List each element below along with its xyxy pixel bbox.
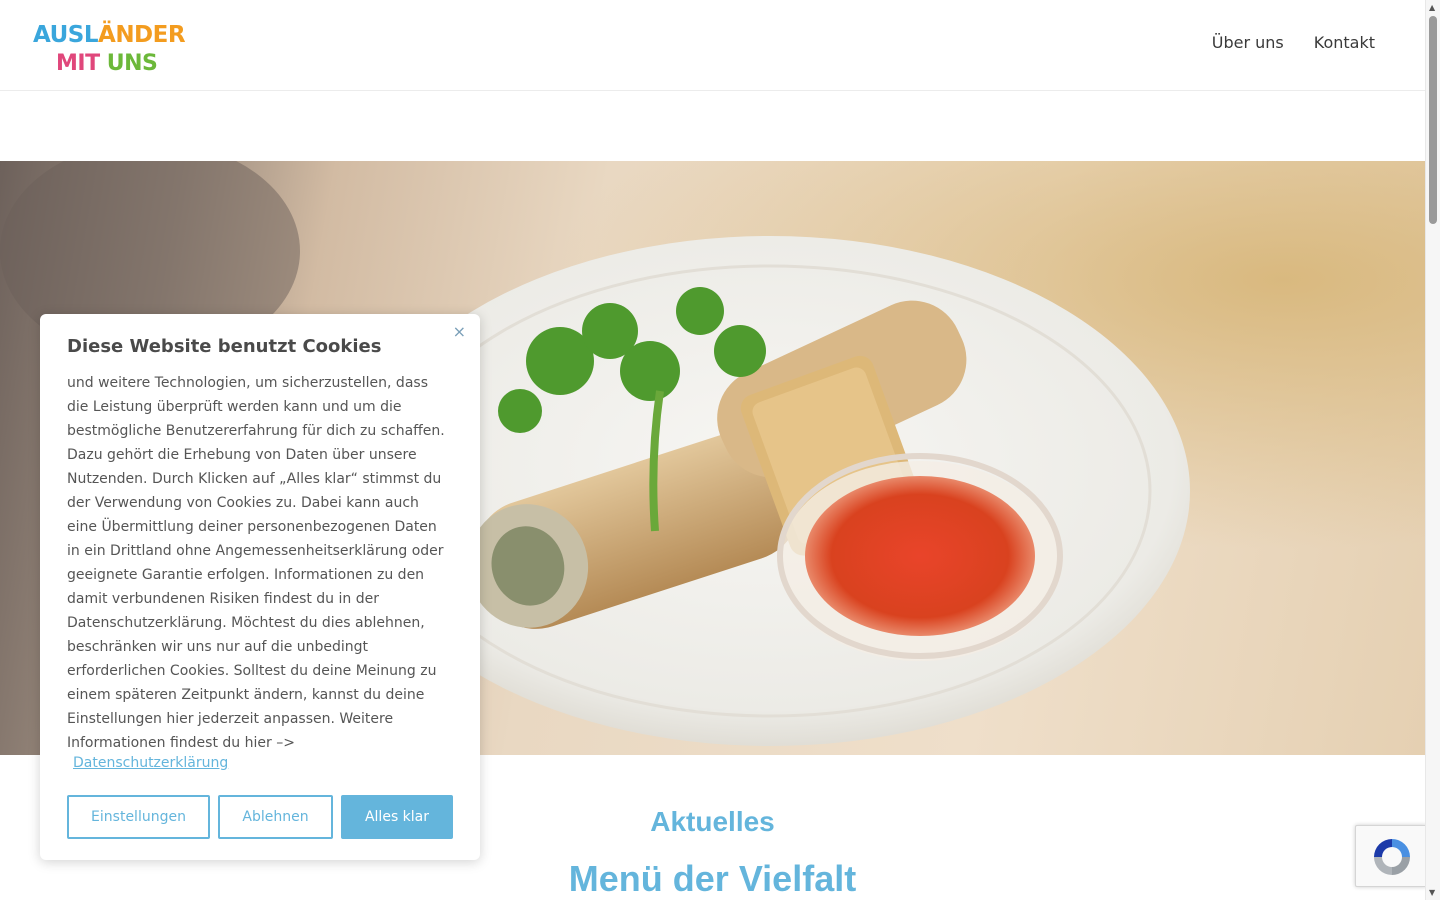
- cookie-text: und weitere Technologien, um sicherzuste…: [67, 375, 445, 751]
- privacy-policy-link[interactable]: Datenschutzerklärung: [73, 755, 228, 771]
- nav-link-ueber-uns[interactable]: Über uns: [1212, 33, 1284, 52]
- reject-button[interactable]: Ablehnen: [218, 795, 333, 839]
- logo-line-1: AUSLÄNDER: [33, 22, 186, 48]
- nav-link-kontakt[interactable]: Kontakt: [1314, 33, 1375, 52]
- settings-button[interactable]: Einstellungen: [67, 795, 210, 839]
- recaptcha-icon: [1374, 839, 1410, 875]
- main-nav: Über uns Kontakt: [1212, 33, 1375, 52]
- scrollbar-thumb[interactable]: [1429, 16, 1437, 224]
- cookie-consent-dialog: × Diese Website benutzt Cookies und weit…: [40, 314, 480, 860]
- accept-button[interactable]: Alles klar: [341, 795, 453, 839]
- scroll-down-arrow-icon[interactable]: ▼: [1429, 888, 1435, 897]
- cookie-title: Diese Website benutzt Cookies: [67, 336, 382, 357]
- close-icon[interactable]: ×: [453, 322, 466, 341]
- site-header: AUSLÄNDER MIT UNS Über uns Kontakt: [0, 0, 1425, 91]
- section-title: Menü der Vielfalt: [568, 858, 857, 899]
- logo-line-2: MIT UNS: [56, 51, 158, 76]
- cookie-buttons: Einstellungen Ablehnen Alles klar: [67, 795, 453, 839]
- scroll-up-arrow-icon[interactable]: ▲: [1429, 3, 1435, 12]
- site-logo[interactable]: AUSLÄNDER MIT UNS: [33, 14, 186, 76]
- recaptcha-badge[interactable]: [1355, 825, 1427, 887]
- page: AUSLÄNDER MIT UNS Über uns Kontakt Aktue…: [0, 0, 1440, 900]
- page-scrollbar[interactable]: ▲ ▼: [1425, 0, 1440, 900]
